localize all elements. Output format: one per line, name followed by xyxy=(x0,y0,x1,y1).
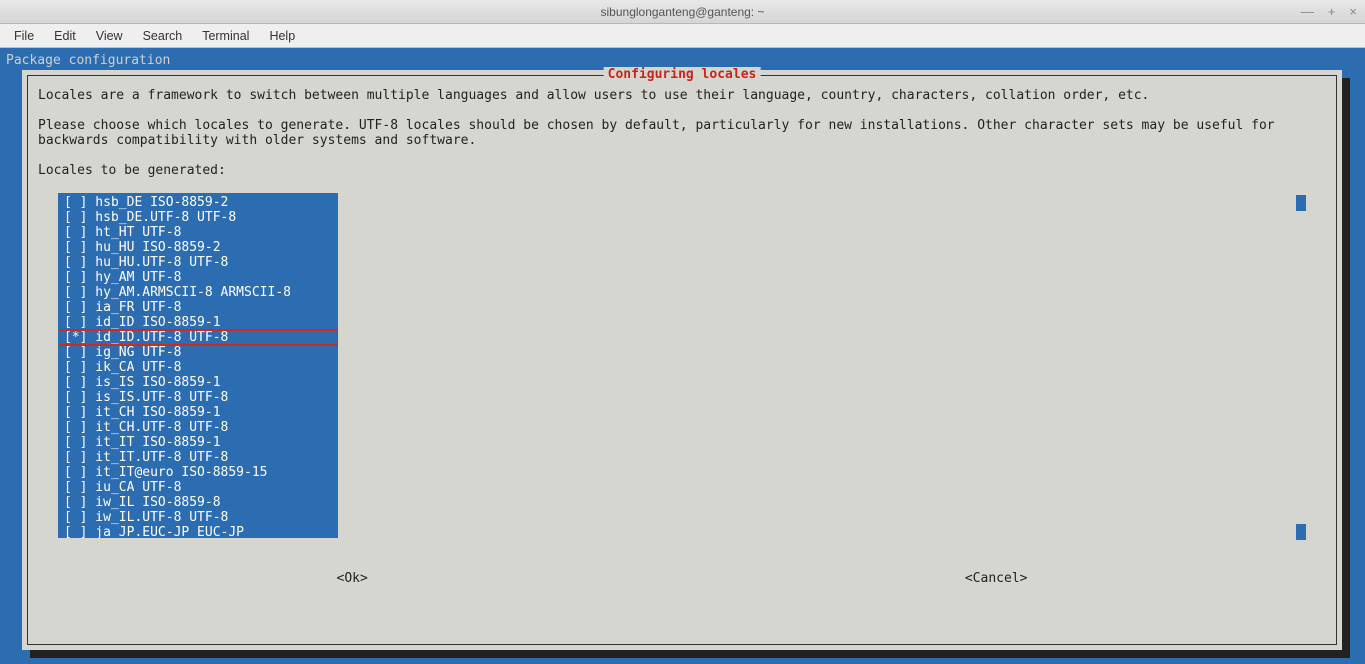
locale-row[interactable]: [ ] it_IT.UTF-8 UTF-8 xyxy=(58,450,338,465)
maximize-icon[interactable]: + xyxy=(1328,4,1336,19)
dialog-body: Locales are a framework to switch betwee… xyxy=(38,88,1326,634)
locale-row[interactable]: [ ] hy_AM UTF-8 xyxy=(58,270,338,285)
locale-row[interactable]: [ ] it_CH ISO-8859-1 xyxy=(58,405,338,420)
locale-row[interactable]: [ ] it_CH.UTF-8 UTF-8 xyxy=(58,420,338,435)
dialog-intro-1: Locales are a framework to switch betwee… xyxy=(38,88,1326,103)
locale-listbox[interactable]: [ ] hsb_DE ISO-8859-2[ ] hsb_DE.UTF-8 UT… xyxy=(58,193,338,538)
window-controls: — + × xyxy=(1301,4,1357,19)
locale-row[interactable]: [ ] hsb_DE.UTF-8 UTF-8 xyxy=(58,210,338,225)
locale-row[interactable]: [ ] hy_AM.ARMSCII-8 ARMSCII-8 xyxy=(58,285,338,300)
locale-row[interactable]: [ ] iu_CA UTF-8 xyxy=(58,480,338,495)
locale-row[interactable]: [ ] it_IT ISO-8859-1 xyxy=(58,435,338,450)
locale-row[interactable]: [ ] id_ID ISO-8859-1 xyxy=(58,315,338,330)
locale-row[interactable]: [ ] hu_HU.UTF-8 UTF-8 xyxy=(58,255,338,270)
locale-row[interactable]: [ ] iw_IL.UTF-8 UTF-8 xyxy=(58,510,338,525)
menu-view[interactable]: View xyxy=(88,27,131,45)
ok-button[interactable]: <Ok> xyxy=(337,571,368,586)
locale-row[interactable]: [ ] iw_IL ISO-8859-8 xyxy=(58,495,338,510)
locale-row[interactable]: [*] id_ID.UTF-8 UTF-8[ xyxy=(58,330,338,345)
window-titlebar: sibunglonganteng@ganteng: ~ — + × xyxy=(0,0,1365,24)
locale-row[interactable]: [ ] ik_CA UTF-8 xyxy=(58,360,338,375)
locale-row[interactable]: [ ] ig_NG UTF-8 xyxy=(58,345,338,360)
menu-search[interactable]: Search xyxy=(135,27,191,45)
locale-listbox-wrap: [ ] hsb_DE ISO-8859-2[ ] hsb_DE.UTF-8 UT… xyxy=(38,193,1326,541)
scrollbar-thumb-bottom[interactable] xyxy=(1296,524,1306,540)
menu-edit[interactable]: Edit xyxy=(46,27,84,45)
menu-help[interactable]: Help xyxy=(261,27,303,45)
locale-row[interactable]: [ ] ja_JP.EUC-JP EUC-JP xyxy=(58,525,338,538)
menubar: File Edit View Search Terminal Help xyxy=(0,24,1365,48)
dialog-buttons: <Ok> <Cancel> xyxy=(38,571,1326,586)
scrollbar-track[interactable] xyxy=(1296,195,1306,540)
locale-row[interactable]: [ ] ia_FR UTF-8 xyxy=(58,300,338,315)
menu-terminal[interactable]: Terminal xyxy=(194,27,257,45)
cursor-bracket-icon: [ xyxy=(58,330,60,345)
terminal-area: Package configuration Configuring locale… xyxy=(0,48,1365,664)
scrollbar-thumb-top[interactable] xyxy=(1296,195,1306,211)
close-icon[interactable]: × xyxy=(1349,4,1357,19)
locale-row[interactable]: [ ] it_IT@euro ISO-8859-15 xyxy=(58,465,338,480)
dialog-title: Configuring locales xyxy=(604,67,761,82)
locale-row[interactable]: [ ] hsb_DE ISO-8859-2 xyxy=(58,195,338,210)
locale-row[interactable]: [ ] is_IS.UTF-8 UTF-8 xyxy=(58,390,338,405)
dialog-border: Configuring locales Locales are a framew… xyxy=(27,75,1337,645)
dialog-prompt: Locales to be generated: xyxy=(38,163,1326,178)
locale-row[interactable]: [ ] hu_HU ISO-8859-2 xyxy=(58,240,338,255)
dialog-intro-2: Please choose which locales to generate.… xyxy=(38,118,1326,148)
locale-row[interactable]: [ ] is_IS ISO-8859-1 xyxy=(58,375,338,390)
cancel-button[interactable]: <Cancel> xyxy=(965,571,1028,586)
window-title: sibunglonganteng@ganteng: ~ xyxy=(601,5,765,19)
locale-row[interactable]: [ ] ht_HT UTF-8 xyxy=(58,225,338,240)
locales-dialog: Configuring locales Locales are a framew… xyxy=(22,70,1342,650)
minimize-icon[interactable]: — xyxy=(1301,4,1314,19)
menu-file[interactable]: File xyxy=(6,27,42,45)
